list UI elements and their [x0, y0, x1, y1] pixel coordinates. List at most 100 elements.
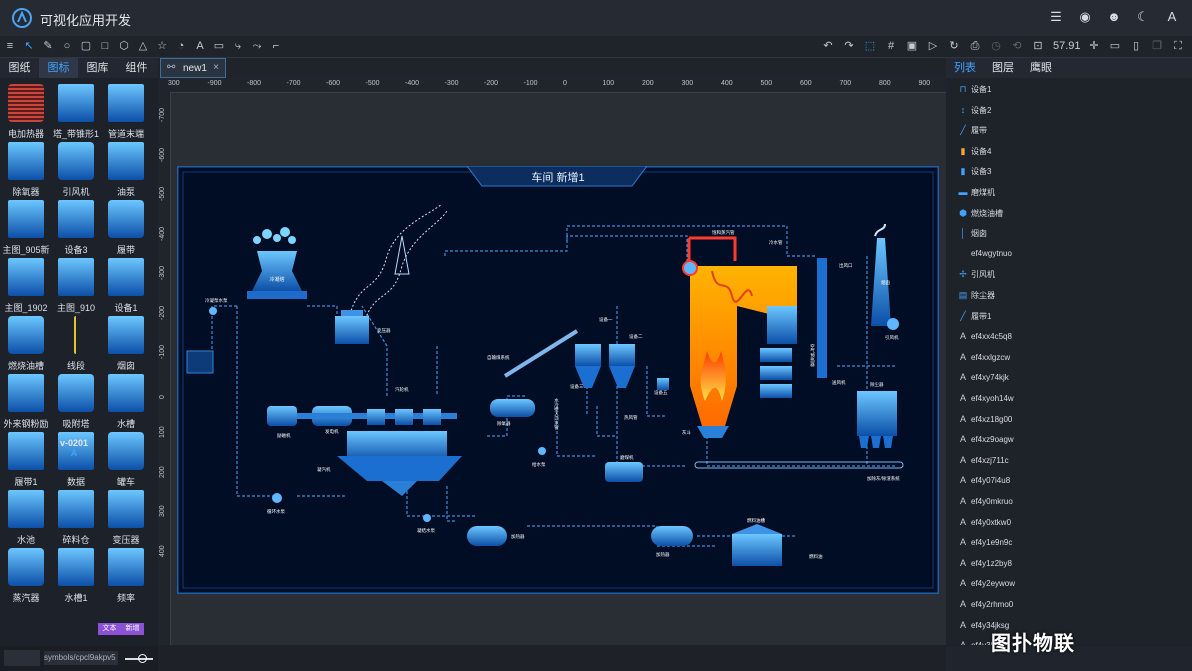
tab-library[interactable]: 图库 — [78, 58, 117, 78]
palette-item[interactable]: 碎料仓 — [52, 488, 100, 546]
text-icon[interactable]: A — [194, 38, 206, 54]
palette-item[interactable]: 履带1 — [2, 430, 50, 488]
coal-mill[interactable] — [605, 462, 643, 482]
preview-icon[interactable]: ⊡ — [1032, 38, 1044, 54]
palette-item[interactable]: 频率 — [102, 546, 150, 604]
hexagon-icon[interactable]: ⬡ — [118, 38, 130, 54]
layer-row[interactable]: ▮ 设备3 — [958, 162, 992, 180]
palette-item[interactable]: 吸附塔 — [52, 372, 100, 430]
palette-item[interactable]: 管道末端 — [102, 82, 150, 140]
layer-row[interactable]: ▤ 除尘器 — [958, 286, 995, 304]
layer-row[interactable]: Aef4xz18g00 — [958, 410, 1012, 428]
layer-row[interactable]: │ 烟囱 — [958, 224, 987, 242]
tab-icons[interactable]: 图标 — [39, 58, 78, 78]
palette-item[interactable]: 履带 — [102, 198, 150, 256]
palette-item[interactable]: 线段 — [52, 314, 100, 372]
tab-drawings[interactable]: 图纸 — [0, 58, 39, 78]
tab-components[interactable]: 组件 — [117, 58, 156, 78]
tab-layers[interactable]: 图层 — [984, 58, 1022, 78]
slider-knob[interactable] — [138, 654, 147, 663]
moon-icon[interactable]: ☾ — [1135, 9, 1151, 25]
play-icon[interactable]: ▷ — [927, 38, 939, 54]
water-pool[interactable] — [186, 350, 214, 374]
palette-item[interactable]: 主图_905新 — [2, 198, 50, 256]
users-icon[interactable]: ☻ — [1106, 9, 1122, 25]
layer-row[interactable]: Aef4y2rhmo0 — [958, 595, 1013, 613]
stack-icon[interactable]: ☰ — [1048, 9, 1064, 25]
tab-eagle-eye[interactable]: 鹰眼 — [1022, 58, 1060, 78]
palette-item[interactable]: 变压器 — [102, 488, 150, 546]
tab-list[interactable]: 列表 — [946, 58, 984, 78]
layer-row[interactable]: ╱ 履带 — [958, 121, 987, 139]
palette-item[interactable]: 罐车 — [102, 430, 150, 488]
palette-item[interactable]: 烟囱 — [102, 314, 150, 372]
palette-search[interactable] — [4, 650, 40, 666]
dust-collector[interactable] — [857, 391, 897, 448]
layer-row[interactable]: ef4wgytnuo — [958, 245, 1012, 263]
layer-row[interactable]: Aef4y1e9n9c — [958, 533, 1012, 551]
layer-row[interactable]: Aef4y1z2by8 — [958, 554, 1012, 572]
layer-row[interactable]: Aef4xyoh14w — [958, 389, 1014, 407]
layer-row[interactable]: Aef4y0mkruo — [958, 492, 1013, 510]
heater-2[interactable] — [651, 526, 693, 546]
export-icon[interactable]: ⎙ — [969, 38, 981, 54]
panel-icon[interactable]: ▭ — [1109, 38, 1121, 54]
select-icon[interactable]: ⬚ — [864, 38, 876, 54]
deaerator[interactable] — [490, 399, 535, 417]
layout-icon[interactable]: ▯ — [1130, 38, 1142, 54]
polyline-icon[interactable]: ⌐ — [270, 38, 282, 54]
condensate-pump[interactable] — [423, 514, 431, 522]
layer-row[interactable]: Aef4xzj711c — [958, 451, 1009, 469]
palette-item[interactable]: 燃烧油槽 — [2, 314, 50, 372]
device5[interactable] — [657, 378, 669, 390]
circle-icon[interactable]: ○ — [61, 38, 73, 54]
history-icon[interactable]: ◷ — [990, 38, 1002, 54]
star-icon[interactable]: ☆ — [156, 38, 168, 54]
layer-row[interactable]: ↕ 设备2 — [958, 101, 992, 119]
feed-pump[interactable] — [538, 447, 546, 455]
layer-row[interactable]: Aef4y2eywow — [958, 574, 1015, 592]
triangle-icon[interactable]: △ — [137, 38, 149, 54]
palette-item[interactable]: 设备3 — [52, 198, 100, 256]
palette-item[interactable]: 引风机 — [52, 140, 100, 198]
grid-icon[interactable]: # — [885, 38, 897, 54]
pen-icon[interactable]: ✎ — [42, 38, 54, 54]
plant-scene[interactable]: 车间 新增1 冷凝塔 冷凝泵水泵 变压器 励磁机 发电机 汽轮机 凝汽机 循环水… — [177, 166, 939, 594]
induced-fan[interactable] — [887, 318, 899, 330]
fullscreen-icon[interactable]: ⛶ — [1172, 38, 1184, 54]
cooling-pump[interactable] — [209, 307, 217, 315]
undo-icon[interactable]: ↶ — [822, 38, 834, 54]
palette-item[interactable]: 塔_带锥形1 — [52, 82, 100, 140]
database-icon[interactable]: ◉ — [1077, 9, 1093, 25]
layer-row[interactable]: Aef4y07i4u8 — [958, 471, 1010, 489]
connector2-icon[interactable]: ⤳ — [251, 38, 263, 54]
menu-icon[interactable]: ≡ — [4, 38, 16, 54]
zoom-level[interactable]: 57.91 — [1053, 38, 1081, 54]
monitor-icon[interactable]: ▭ — [213, 38, 225, 54]
redo-icon[interactable]: ↷ — [843, 38, 855, 54]
copy-icon[interactable]: ❐ — [1151, 38, 1163, 54]
palette-item[interactable]: 设备1 — [102, 256, 150, 314]
close-icon[interactable]: × — [213, 62, 219, 73]
layer-row[interactable]: ✢ 引风机 — [958, 265, 995, 283]
palette-item[interactable]: 主图_910 — [52, 256, 100, 314]
palette-item[interactable]: 水池 — [2, 488, 50, 546]
palette-item[interactable]: 水槽 — [102, 372, 150, 430]
palette-item[interactable]: 蒸汽器 — [2, 546, 50, 604]
text-widget-preview[interactable]: 文本 新增 — [98, 623, 144, 635]
translate-icon[interactable]: A — [1164, 9, 1180, 25]
palette-item[interactable]: 水槽1 — [52, 546, 100, 604]
steam-drum[interactable] — [682, 260, 698, 276]
palette-item[interactable]: 外来钢粉励 — [2, 372, 50, 430]
heater-1[interactable] — [467, 526, 507, 546]
layer-row[interactable]: ▬ 磨煤机 — [958, 183, 996, 201]
arc-icon[interactable]: ◔ — [175, 38, 187, 54]
layer-row[interactable]: Aef4xx4c5q8 — [958, 327, 1012, 345]
palette-item[interactable]: 电加热器 — [2, 82, 50, 140]
layer-row[interactable]: ⬢ 燃烧油槽 — [958, 204, 1003, 222]
layer-row[interactable]: ╱ 履带1 — [958, 307, 991, 325]
restore-icon[interactable]: ⟲ — [1011, 38, 1023, 54]
layer-row[interactable]: ⊓ 设备1 — [958, 80, 991, 98]
rect-icon[interactable]: □ — [99, 38, 111, 54]
layer-row[interactable]: ▮ 设备4 — [958, 142, 992, 160]
